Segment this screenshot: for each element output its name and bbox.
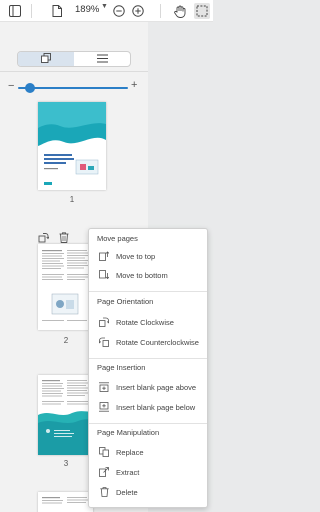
plus-icon[interactable]: + [131,79,137,91]
menu-section-move-pages: Move pages [97,234,138,243]
menu-section-page-manipulation: Page Manipulation [97,428,160,437]
menu-divider [89,423,207,424]
delete-item[interactable]: Delete [99,485,205,499]
page-1-preview [38,102,106,185]
trash-icon[interactable] [56,229,72,245]
page-2-preview [42,250,89,321]
top-toolbar: 189% ▼ [0,0,213,22]
page-3-preview [38,380,93,455]
hand-icon[interactable] [172,3,188,19]
move-to-top-label: Move to top [116,251,156,261]
move-to-top-icon [99,251,109,261]
move-to-bottom-icon [99,270,109,280]
thumbnail-size-slider[interactable]: − + [8,79,140,93]
sidebar-toggle-icon[interactable] [7,3,23,19]
menu-section-page-orientation: Page Orientation [97,297,154,306]
delete-label: Delete [116,487,138,497]
menu-section-page-insertion: Page Insertion [97,363,146,372]
rotate-clockwise-icon [99,317,109,327]
trash-icon [99,487,109,497]
chevron-down-icon[interactable]: ▼ [101,3,108,10]
replace-icon [99,447,109,457]
rotate-counterclockwise-icon [99,337,109,347]
rotate-counterclockwise-item[interactable]: Rotate Counterclockwise [99,335,205,349]
page-thumbnail-4[interactable] [38,492,93,512]
insert-above-icon [99,382,109,392]
extract-icon [99,467,109,477]
extract-item[interactable]: Extract [99,465,205,479]
rotate-clockwise-item[interactable]: Rotate Clockwise [99,315,205,329]
menu-divider [89,358,207,359]
page-number-3: 3 [63,459,69,468]
move-to-top-item[interactable]: Move to top [99,249,205,263]
page-thumbnail-1[interactable] [38,102,106,190]
replace-item[interactable]: Replace [99,445,205,459]
page-thumbnail-2[interactable] [38,244,93,330]
page-number-1: 1 [69,195,75,204]
insert-blank-page-above-label: Insert blank page above [116,382,197,392]
page-4-preview [42,497,89,504]
move-to-bottom-item[interactable]: Move to bottom [99,268,205,282]
list-icon [96,52,108,66]
replace-label: Replace [116,447,144,457]
menu-divider [89,291,207,292]
insert-blank-page-below-label: Insert blank page below [116,402,196,412]
rotate-clockwise-label: Rotate Clockwise [116,317,174,327]
view-mode-toggle [17,51,131,67]
list-view-button[interactable] [74,52,130,66]
zoom-in-icon[interactable] [130,3,146,19]
minus-icon[interactable]: − [8,80,14,92]
move-to-bottom-label: Move to bottom [116,270,168,280]
slider-handle[interactable] [25,83,35,93]
zoom-level[interactable]: 189% [75,4,99,15]
insert-blank-page-below-item[interactable]: Insert blank page below [99,400,205,414]
insert-below-icon [99,402,109,412]
file-icon[interactable] [49,3,65,19]
selection-icon[interactable] [194,3,210,19]
rotate-icon[interactable] [35,229,51,245]
rotate-counterclockwise-label: Rotate Counterclockwise [116,337,199,347]
page-context-menu: Move pages Move to top Move to bottom Pa… [88,228,208,508]
thumbnails-icon [41,52,51,66]
insert-blank-page-above-item[interactable]: Insert blank page above [99,380,205,394]
extract-label: Extract [116,467,140,477]
toolbar-divider [31,4,32,18]
thumbnail-view-button[interactable] [18,52,74,66]
page-thumbnail-3[interactable] [38,375,93,455]
panel-header [0,22,148,72]
page-number-2: 2 [63,336,69,345]
toolbar-divider [160,4,161,18]
zoom-out-icon[interactable] [111,3,127,19]
